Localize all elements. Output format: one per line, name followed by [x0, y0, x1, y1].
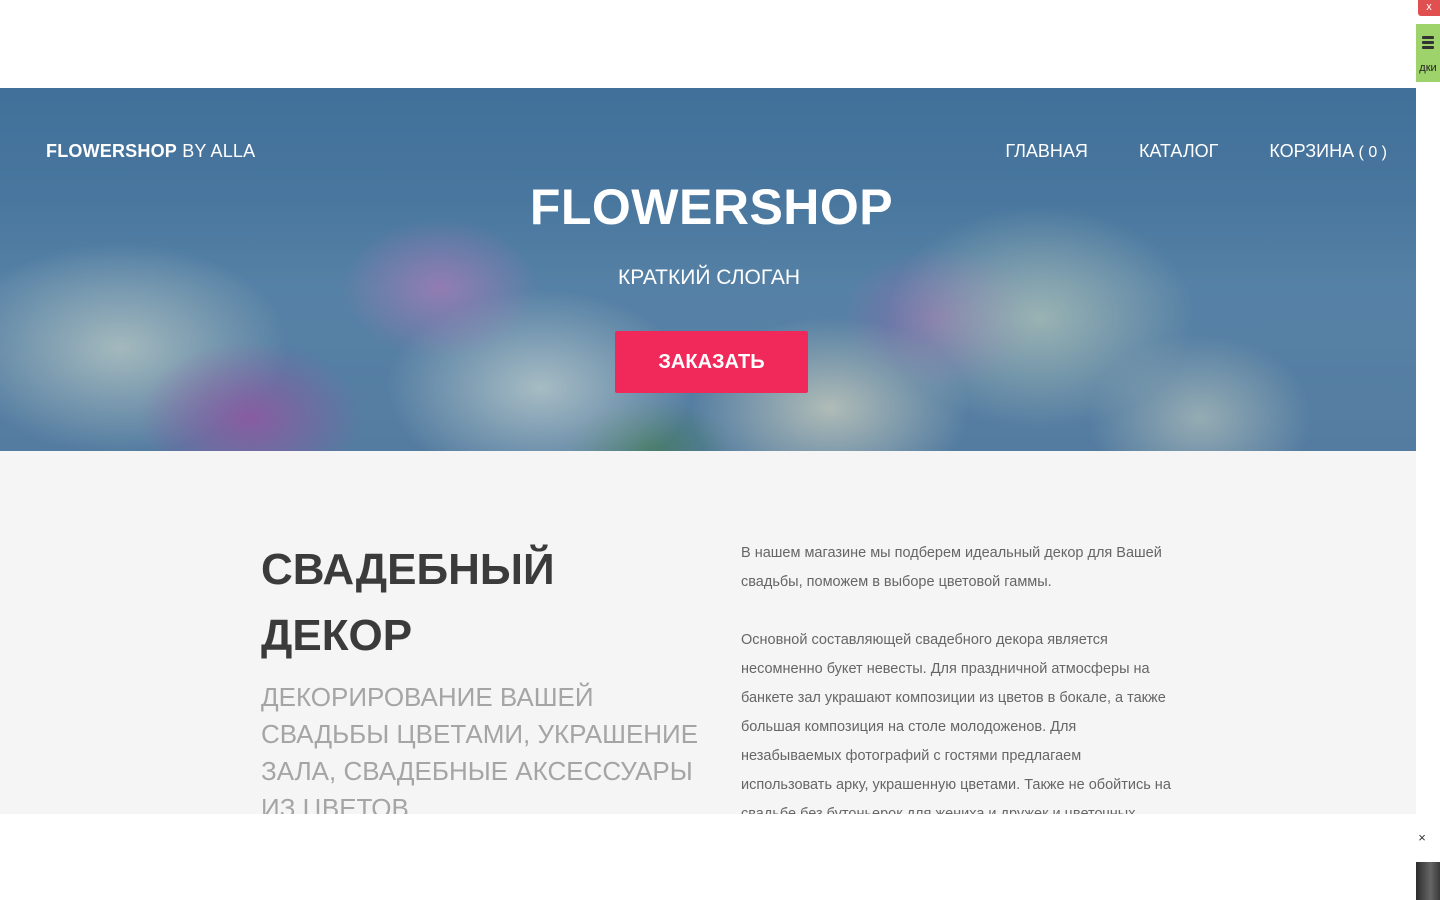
side-panel-thumbnail	[1416, 862, 1440, 900]
top-blank-area	[0, 0, 1416, 88]
brand-byline: BY ALLA	[177, 141, 256, 161]
hero-slogan: КРАТКИЙ СЛОГАН	[617, 266, 800, 289]
side-panel-label: дки	[1419, 62, 1437, 74]
cart-count: ( 0 )	[1354, 144, 1387, 161]
brand-name: FLOWERSHOP	[46, 141, 177, 161]
hero-banner: FLOWERSHOP BY ALLA ГЛАВНАЯ КАТАЛОГ КОРЗИ…	[0, 88, 1423, 451]
section-subtitle: ДЕКОРИРОВАНИЕ ВАШЕЙ СВАДЬБЫ ЦВЕТАМИ, УКР…	[261, 682, 699, 814]
order-button[interactable]: ЗАКАЗАТЬ	[615, 331, 808, 393]
section-title: СВАДЕБНЫЙ ДЕКОР	[261, 545, 555, 660]
description-paragraph: В нашем магазине мы подберем идеальный д…	[741, 545, 1162, 590]
bottom-blank-area	[0, 814, 1416, 900]
nav-cart[interactable]: КОРЗИНА ( 0 )	[1269, 141, 1387, 162]
wedding-decor-section: СВАДЕБНЫЙ ДЕКОР ДЕКОРИРОВАНИЕ ВАШЕЙ СВАД…	[0, 451, 1423, 814]
main-nav: ГЛАВНАЯ КАТАЛОГ КОРЗИНА ( 0 )	[954, 141, 1387, 162]
hamburger-menu-icon[interactable]	[1419, 34, 1437, 52]
nav-home[interactable]: ГЛАВНАЯ	[1005, 141, 1088, 162]
description-paragraph: Основной составляющей свадебного декора …	[741, 632, 1171, 814]
nav-cart-label: КОРЗИНА	[1269, 141, 1355, 161]
close-icon[interactable]: x	[1418, 0, 1440, 16]
close-icon[interactable]: ×	[1412, 828, 1432, 848]
section-description: В нашем магазине мы подберем идеальный д…	[741, 539, 1171, 814]
hero-title: FLOWERSHOP	[529, 179, 894, 235]
nav-catalog[interactable]: КАТАЛОГ	[1139, 141, 1218, 162]
site-logo[interactable]: FLOWERSHOP BY ALLA	[46, 141, 255, 162]
